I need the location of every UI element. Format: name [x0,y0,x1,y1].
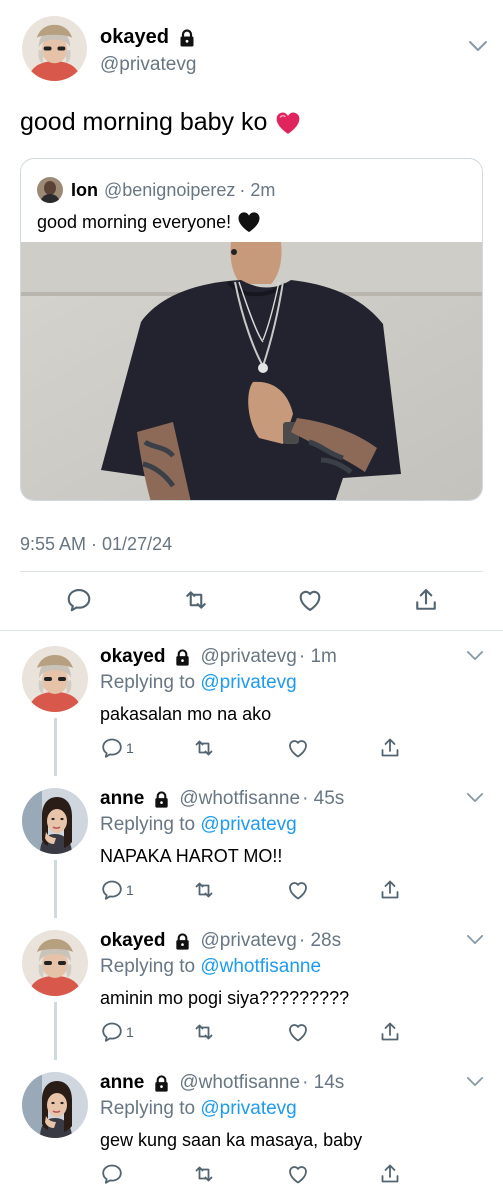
quoted-tweet-card[interactable]: Ion @benignoiperez · 2m good morning eve… [20,158,483,501]
like-icon[interactable] [286,878,310,902]
share-icon[interactable] [412,586,440,614]
replying-to-line: Replying to @privatevg [100,814,297,836]
reply-tweet[interactable]: okayed @privatevg · 28s Replying to @who… [0,930,503,1060]
quoted-time: · 2m [239,179,276,200]
reply-author-handle: @privatevg [200,930,297,951]
tweet-text: good morning baby ko [20,108,301,137]
reply-text: pakasalan mo na ako [100,704,272,724]
lock-icon [173,932,192,951]
replying-to-label: Replying to [100,956,196,977]
reply-text: aminin mo pogi siya????????? [100,988,350,1008]
share-icon[interactable] [378,1020,402,1044]
author-name[interactable]: okayed [100,26,169,49]
reply-author-row: anne @whotfisanne · 45s [100,788,344,810]
quoted-author-name: Ion [71,179,98,200]
quoted-tweet-header: Ion @benignoiperez · 2m [37,177,275,203]
reply-actions [0,1162,503,1192]
chevron-down-icon[interactable] [466,650,484,661]
reply-author-handle: @privatevg [200,646,297,667]
share-icon[interactable] [378,1162,402,1186]
reply-author-name[interactable]: anne [100,1072,144,1094]
reply-text: NAPAKA HAROT MO!! [100,846,283,866]
quoted-tweet-text: good morning everyone! [37,211,261,233]
lock-icon [152,1074,171,1093]
reply-actions: 1 [0,878,503,908]
reply-author-name[interactable]: okayed [100,930,165,952]
author-handle[interactable]: @privatevg [100,54,196,76]
avatar[interactable] [22,930,88,996]
lock-icon [152,790,171,809]
divider [20,571,483,572]
reply-author-name[interactable]: anne [100,788,144,810]
quoted-tweet-photo[interactable] [21,242,482,500]
reply-author-handle: @whotfisanne [179,1072,301,1093]
reply-author-name[interactable]: okayed [100,646,165,668]
replying-to-label: Replying to [100,672,196,693]
author-name-row: okayed [100,26,197,49]
replying-to-label: Replying to [100,814,196,835]
black-heart-icon [237,211,261,233]
avatar[interactable] [22,788,88,854]
share-icon[interactable] [378,736,402,760]
mention-link[interactable]: @privatevg [200,814,296,835]
reply-count: 1 [126,882,134,898]
reply-time: · 28s [298,930,342,951]
share-icon[interactable] [378,878,402,902]
divider [0,630,503,631]
reply-icon[interactable]: 1 [100,878,134,902]
reply-actions: 1 [0,736,503,766]
reply-author-row: okayed @privatevg · 1m [100,646,337,668]
chevron-down-icon[interactable] [466,934,484,945]
replying-to-label: Replying to [100,1098,196,1119]
replying-to-line: Replying to @privatevg [100,1098,297,1120]
retweet-icon[interactable] [192,878,216,902]
main-tweet-header: okayed @privatevg [22,16,492,86]
reply-tweet[interactable]: anne @whotfisanne · 14s Replying to @pri… [0,1072,503,1200]
mention-link[interactable]: @privatevg [200,672,296,693]
reply-icon[interactable]: 1 [100,1020,134,1044]
main-tweet-actions [0,586,503,616]
reply-icon[interactable]: 1 [100,736,134,760]
reply-icon[interactable] [100,1162,126,1186]
like-icon[interactable] [286,736,310,760]
reply-count: 1 [126,740,134,756]
reply-author-handle: @whotfisanne [179,788,301,809]
reply-time: · 14s [302,1072,345,1093]
mention-link[interactable]: @whotfisanne [200,956,321,977]
avatar[interactable] [22,646,88,712]
quoted-tweet-text-content: good morning everyone! [37,211,232,232]
mention-link[interactable]: @privatevg [200,1098,296,1119]
retweet-icon[interactable] [192,736,216,760]
avatar[interactable] [22,1072,88,1138]
reply-count: 1 [126,1024,134,1040]
avatar[interactable] [22,16,87,81]
chevron-down-icon[interactable] [466,1076,484,1087]
retweet-icon[interactable] [192,1162,216,1186]
reply-tweet[interactable]: anne @whotfisanne · 45s Replying to @pri… [0,788,503,918]
quoted-author-handle: @benignoiperez [104,179,236,200]
lock-icon [173,648,192,667]
like-icon[interactable] [296,586,324,614]
replying-to-line: Replying to @privatevg [100,672,297,694]
reply-author-row: anne @whotfisanne · 14s [100,1072,344,1094]
tweet-text-content: good morning baby ko [20,108,268,136]
lock-icon [177,28,197,48]
reply-tweet[interactable]: okayed @privatevg · 1m Replying to @priv… [0,646,503,776]
red-heart-icon [275,111,301,135]
reply-icon[interactable] [65,586,93,614]
chevron-down-icon[interactable] [468,40,488,52]
retweet-icon[interactable] [192,1020,216,1044]
chevron-down-icon[interactable] [466,792,484,803]
reply-time: · 45s [302,788,345,809]
replying-to-line: Replying to @whotfisanne [100,956,321,978]
reply-actions: 1 [0,1020,503,1050]
like-icon[interactable] [286,1020,310,1044]
reply-time: · 1m [298,646,337,667]
reply-text: gew kung saan ka masaya, baby [100,1130,363,1150]
like-icon[interactable] [286,1162,310,1186]
reply-author-row: okayed @privatevg · 28s [100,930,341,952]
tweet-timestamp: 9:55 AM · 01/27/24 [20,534,173,554]
quoted-avatar [37,177,63,203]
retweet-icon[interactable] [182,586,210,614]
